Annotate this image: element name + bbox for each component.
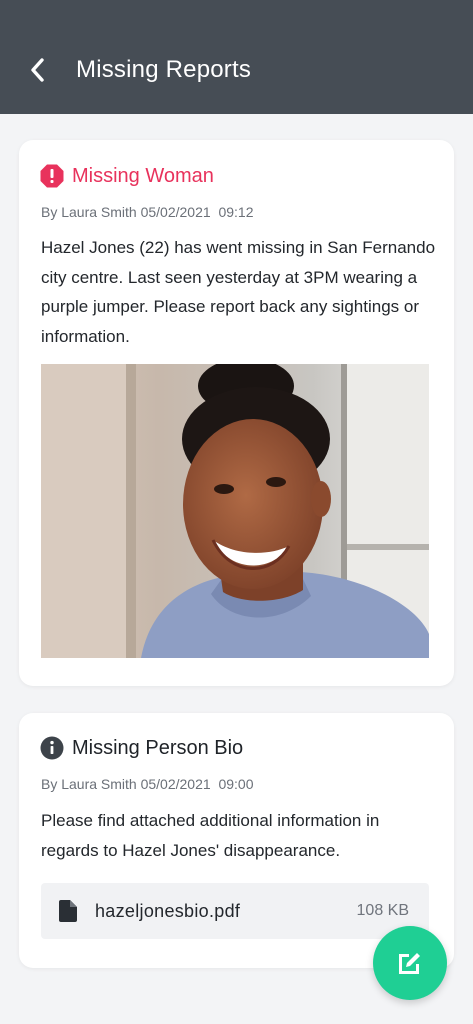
report-meta: By Laura Smith 05/02/2021 09:12 <box>41 204 254 220</box>
report-title-row: Missing Woman <box>40 164 214 188</box>
report-card-person-bio[interactable]: Missing Person Bio By Laura Smith 05/02/… <box>19 713 454 968</box>
file-icon <box>59 900 77 922</box>
report-card-missing-woman[interactable]: Missing Woman By Laura Smith 05/02/2021 … <box>19 140 454 686</box>
report-title-row: Missing Person Bio <box>40 736 243 760</box>
edit-icon <box>399 953 420 974</box>
report-body: Please find attached additional informat… <box>41 811 380 860</box>
app-header: Missing Reports <box>0 0 473 114</box>
attachment-row[interactable]: hazeljonesbio.pdf 108 KB <box>41 883 429 939</box>
chevron-left-icon <box>31 58 44 82</box>
page-title: Missing Reports <box>76 56 252 83</box>
report-meta: By Laura Smith 05/02/2021 09:00 <box>41 776 254 792</box>
report-title: Missing Woman <box>72 164 214 187</box>
report-body: Hazel Jones (22) has went missing in San… <box>41 238 436 346</box>
new-report-button[interactable] <box>373 926 447 1000</box>
attachment-filename: hazeljonesbio.pdf <box>95 900 241 921</box>
back-button[interactable] <box>10 42 66 98</box>
attachment-filesize: 108 KB <box>356 902 409 919</box>
missing-person-photo <box>41 364 429 658</box>
report-title: Missing Person Bio <box>72 736 244 759</box>
alert-octagon-icon <box>40 164 64 188</box>
info-icon <box>40 736 64 760</box>
